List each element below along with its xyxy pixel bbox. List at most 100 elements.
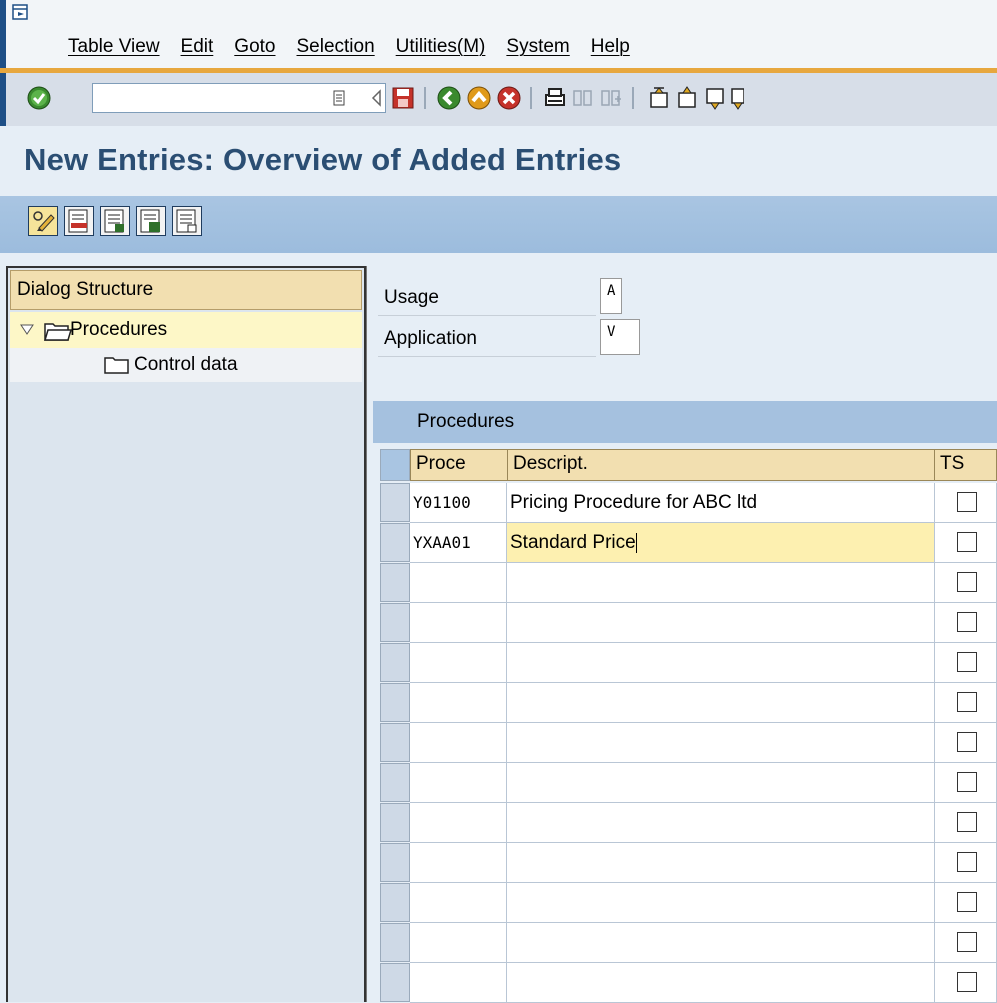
procedure-cell[interactable]: YXAA01	[410, 523, 507, 563]
first-page-icon[interactable]	[646, 85, 672, 111]
description-cell[interactable]	[507, 883, 935, 923]
row-selector[interactable]	[380, 603, 410, 642]
column-header-ts[interactable]: TS	[934, 449, 997, 481]
deselect-all-icon	[176, 209, 197, 233]
last-page-icon[interactable]	[730, 85, 744, 111]
ts-checkbox[interactable]	[957, 732, 977, 752]
exit-icon[interactable]	[466, 85, 492, 111]
row-selector[interactable]	[380, 803, 410, 842]
row-selector[interactable]	[380, 483, 410, 522]
procedure-cell[interactable]	[410, 843, 507, 883]
procedure-cell[interactable]	[410, 683, 507, 723]
menu-edit[interactable]: Edit	[181, 36, 214, 58]
ts-cell	[935, 963, 997, 1003]
usage-field[interactable]: A	[600, 278, 622, 314]
column-header-description[interactable]: Descript.	[507, 449, 935, 481]
menu-utilities[interactable]: Utilities(M)	[396, 36, 486, 58]
description-cell[interactable]	[507, 643, 935, 683]
ts-checkbox[interactable]	[957, 812, 977, 832]
ts-checkbox[interactable]	[957, 972, 977, 992]
menu-goto[interactable]: Goto	[234, 36, 275, 58]
column-header-label: Descript.	[513, 453, 588, 474]
procedure-cell[interactable]	[410, 883, 507, 923]
menu-table-view[interactable]: Table View	[68, 36, 160, 58]
row-selector[interactable]	[380, 683, 410, 722]
select-block-button[interactable]	[136, 206, 166, 236]
ts-checkbox[interactable]	[957, 772, 977, 792]
procedure-cell[interactable]	[410, 563, 507, 603]
ts-checkbox[interactable]	[957, 532, 977, 552]
procedure-cell[interactable]	[410, 963, 507, 1003]
find-icon[interactable]	[570, 85, 596, 111]
menu-system[interactable]: System	[506, 36, 569, 58]
dialog-structure-header: Dialog Structure	[10, 270, 362, 310]
row-selector[interactable]	[380, 523, 410, 562]
window-menu-icon[interactable]	[12, 4, 28, 20]
print-icon[interactable]	[542, 85, 568, 111]
row-selector[interactable]	[380, 843, 410, 882]
description-cell[interactable]	[507, 963, 935, 1003]
back-arrow-icon[interactable]	[364, 85, 390, 111]
row-selector[interactable]	[380, 923, 410, 962]
row-selector[interactable]	[380, 883, 410, 922]
row-selector[interactable]	[380, 963, 410, 1002]
tree-item-label: Procedures	[70, 319, 168, 340]
row-selector[interactable]	[380, 723, 410, 762]
menu-bar: Table View Edit Goto Selection Utilities…	[0, 0, 997, 68]
ts-checkbox[interactable]	[957, 692, 977, 712]
procedure-cell[interactable]	[410, 723, 507, 763]
command-field-dropdown-icon[interactable]	[332, 88, 346, 108]
tree-item-procedures[interactable]: Procedures	[10, 312, 362, 348]
procedure-cell[interactable]	[410, 603, 507, 643]
save-icon[interactable]	[390, 85, 416, 111]
enter-icon[interactable]	[26, 85, 52, 111]
menu-items: Table View Edit Goto Selection Utilities…	[68, 36, 651, 58]
ts-cell	[935, 723, 997, 763]
description-cell[interactable]	[507, 683, 935, 723]
ts-checkbox[interactable]	[957, 852, 977, 872]
deselect-all-button[interactable]	[172, 206, 202, 236]
menu-help[interactable]: Help	[591, 36, 630, 58]
ts-cell	[935, 843, 997, 883]
procedure-cell[interactable]	[410, 643, 507, 683]
column-header-procedure[interactable]: Proce	[410, 449, 508, 481]
previous-page-icon[interactable]	[674, 85, 700, 111]
description-cell[interactable]	[507, 603, 935, 643]
change-display-button[interactable]	[28, 206, 58, 236]
ts-checkbox[interactable]	[957, 572, 977, 592]
ts-checkbox[interactable]	[957, 652, 977, 672]
usage-label-box: Usage	[378, 280, 596, 316]
description-cell[interactable]: Pricing Procedure for ABC ltd	[507, 483, 935, 523]
tree-item-control-data[interactable]: Control data	[10, 348, 362, 382]
column-header-label: TS	[940, 453, 965, 474]
menu-selection[interactable]: Selection	[297, 36, 375, 58]
row-selector[interactable]	[380, 643, 410, 682]
ts-checkbox[interactable]	[957, 932, 977, 952]
description-cell[interactable]	[507, 763, 935, 803]
description-cell[interactable]	[507, 803, 935, 843]
application-field[interactable]: V	[600, 319, 640, 355]
description-cell[interactable]	[507, 923, 935, 963]
back-icon[interactable]	[436, 85, 462, 111]
select-all-rows-button[interactable]	[380, 449, 410, 481]
description-cell[interactable]	[507, 843, 935, 883]
description-cell[interactable]: Standard Price	[507, 523, 935, 563]
procedure-cell[interactable]: Y01100	[410, 483, 507, 523]
procedure-cell[interactable]	[410, 923, 507, 963]
row-selector[interactable]	[380, 563, 410, 602]
ts-checkbox[interactable]	[957, 492, 977, 512]
select-all-button[interactable]	[100, 206, 130, 236]
row-selector[interactable]	[380, 763, 410, 802]
next-page-icon[interactable]	[702, 85, 728, 111]
description-cell[interactable]	[507, 723, 935, 763]
ts-checkbox[interactable]	[957, 892, 977, 912]
find-next-icon[interactable]	[598, 85, 624, 111]
ts-checkbox[interactable]	[957, 612, 977, 632]
delete-button[interactable]	[64, 206, 94, 236]
standard-toolbar	[0, 73, 997, 126]
procedure-cell[interactable]	[410, 803, 507, 843]
procedure-cell[interactable]	[410, 763, 507, 803]
cancel-icon[interactable]	[496, 85, 522, 111]
expand-triangle-icon[interactable]	[20, 324, 34, 336]
description-cell[interactable]	[507, 563, 935, 603]
